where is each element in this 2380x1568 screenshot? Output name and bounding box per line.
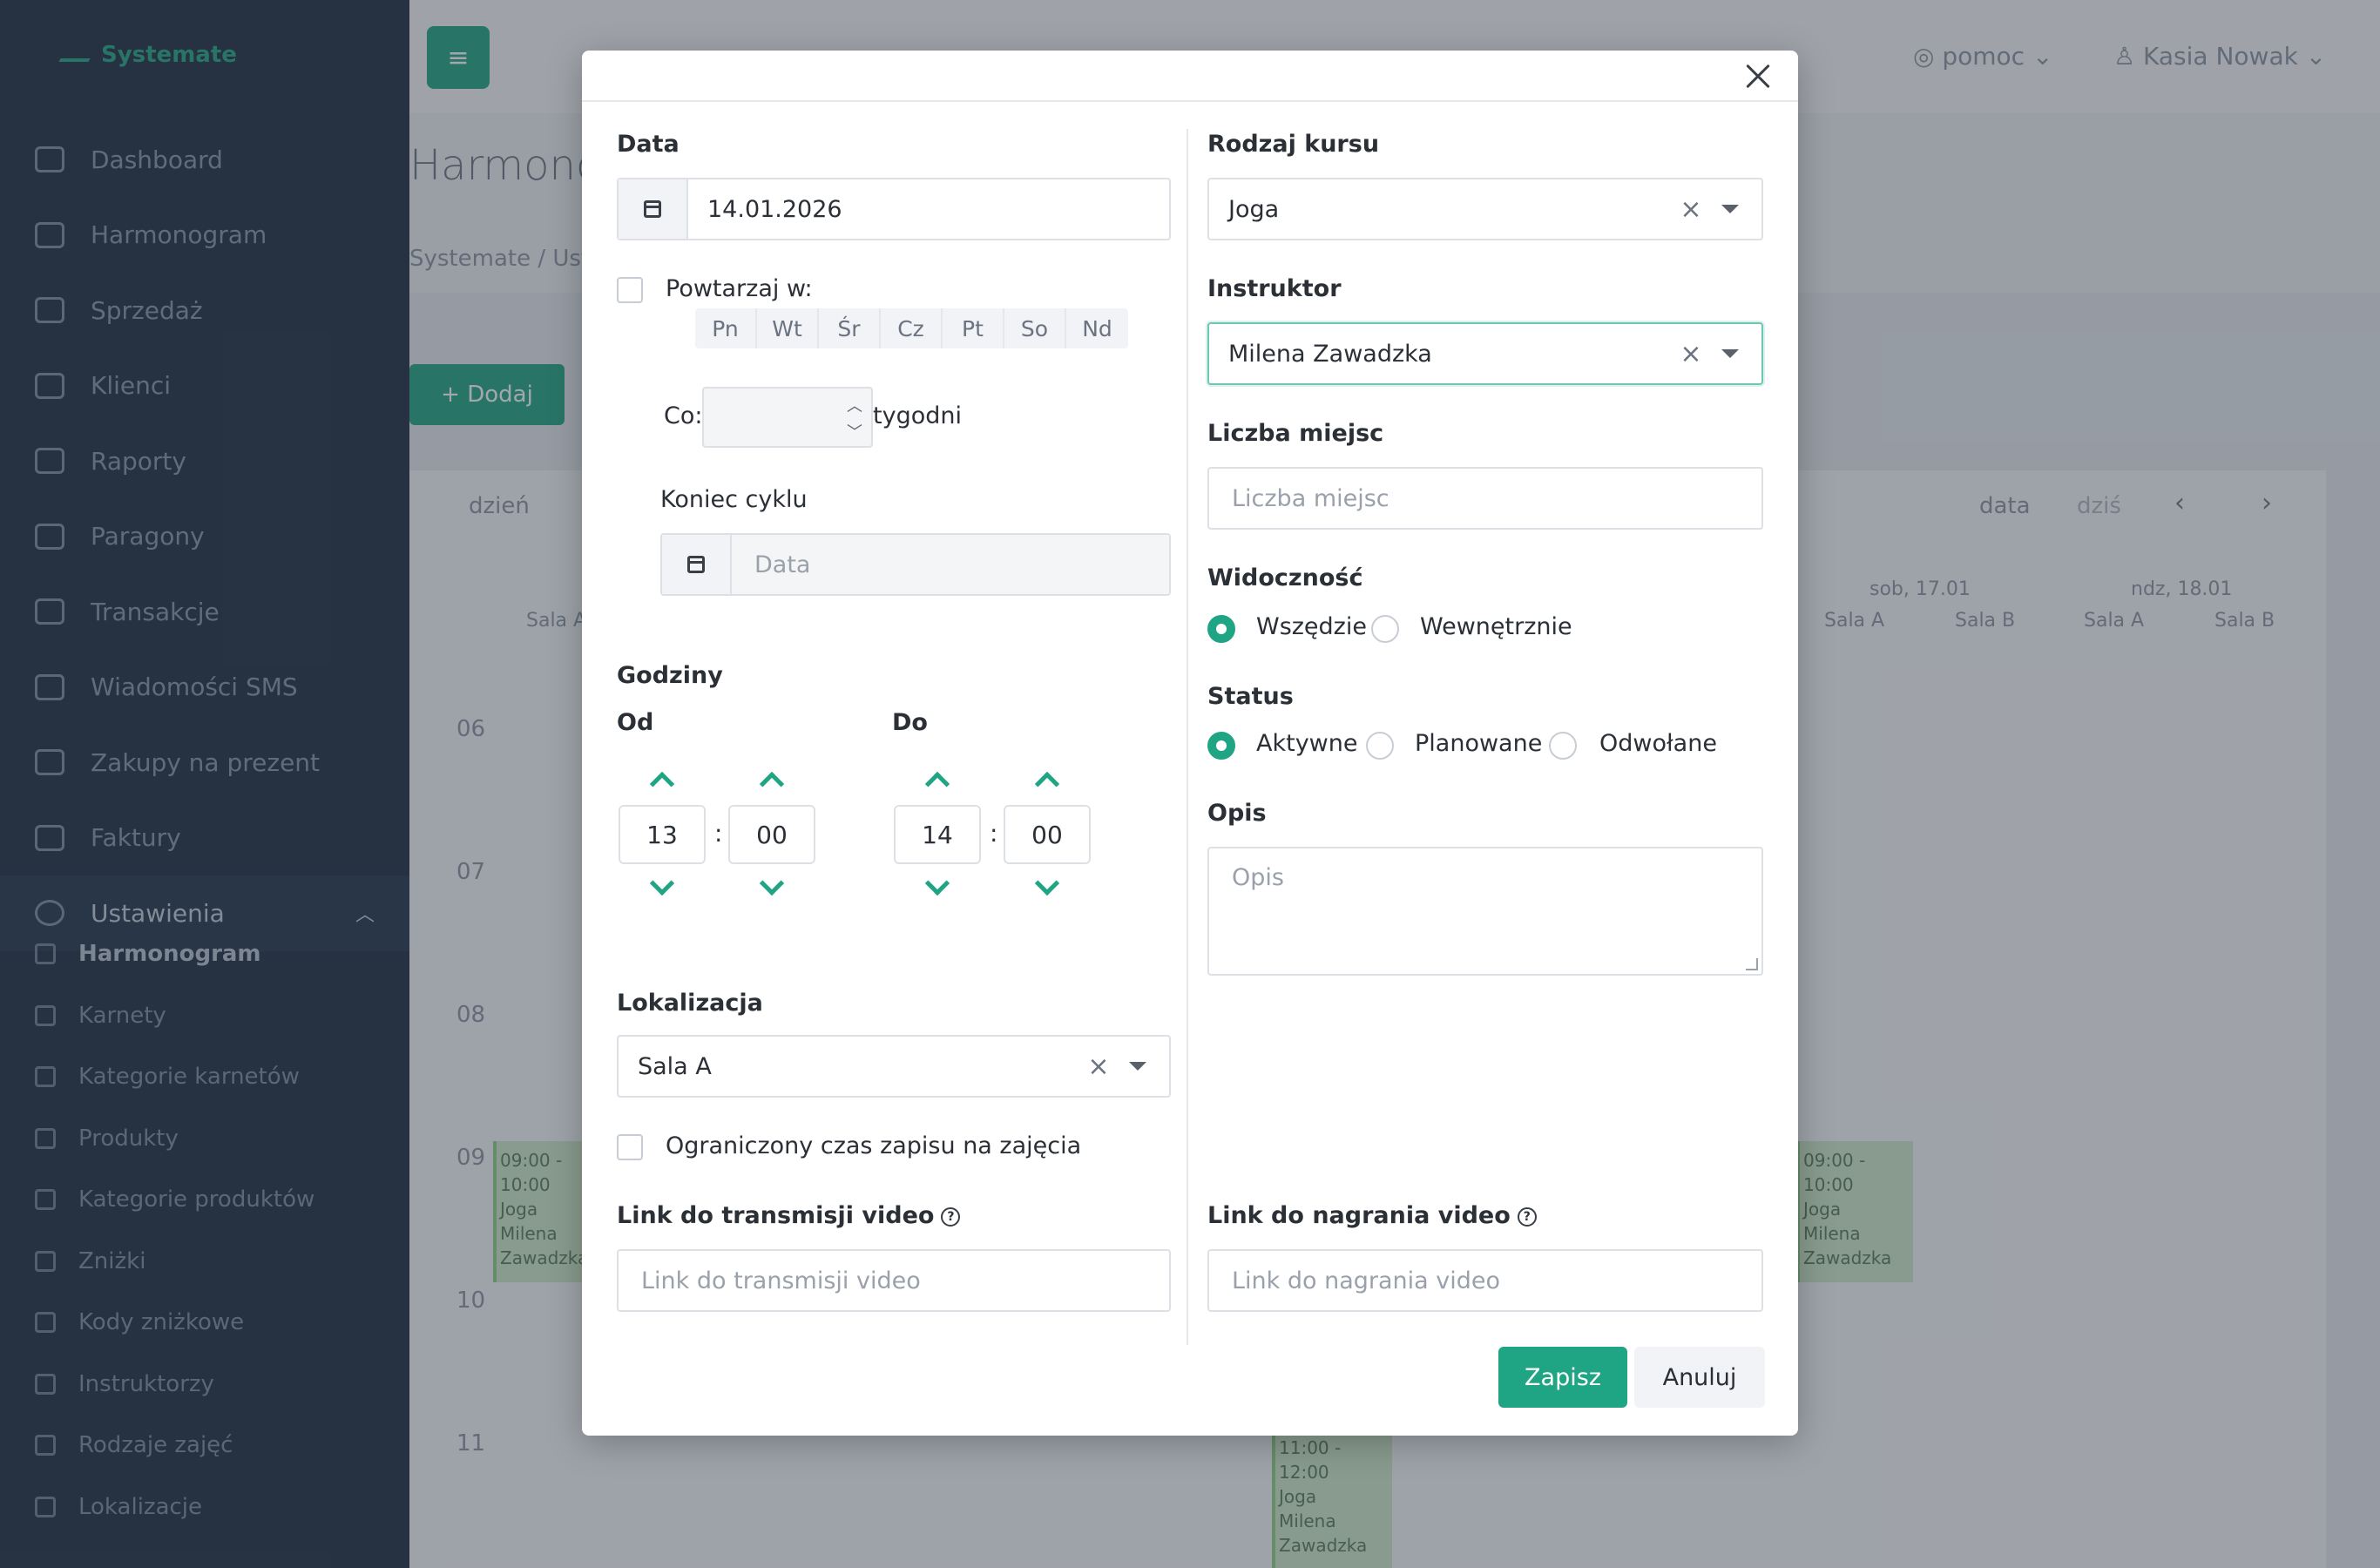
cycle-end-addon — [662, 535, 732, 594]
course-type-select[interactable]: Joga × — [1207, 178, 1763, 240]
status-cancelled-label: Odwołane — [1599, 730, 1717, 757]
from-label: Od — [617, 709, 654, 736]
close-icon[interactable] — [1741, 59, 1775, 94]
caret-down-icon — [1129, 1062, 1146, 1071]
to-hour-down-icon[interactable] — [924, 870, 950, 896]
visibility-everywhere-label: Wszędzie — [1256, 613, 1367, 640]
date-label: Data — [617, 131, 680, 158]
to-hour-up-icon[interactable] — [924, 771, 950, 797]
hours-label: Godziny — [617, 662, 723, 689]
calendar-icon — [644, 200, 661, 218]
weekday-so[interactable]: So — [1004, 308, 1066, 348]
cycle-end-label: Koniec cyklu — [660, 486, 808, 513]
status-active-radio[interactable] — [1207, 732, 1235, 760]
stepper-down-icon[interactable]: ﹀ — [847, 420, 862, 443]
from-hour-up-icon[interactable] — [649, 771, 675, 797]
weekday-wt[interactable]: Wt — [757, 308, 819, 348]
description-label: Opis — [1207, 800, 1267, 827]
weekday-pt[interactable]: Pt — [943, 308, 1004, 348]
weekday-sr[interactable]: Śr — [819, 308, 881, 348]
repeat-checkbox[interactable] — [617, 277, 643, 303]
from-colon: : — [714, 819, 723, 848]
info-icon[interactable]: ? — [941, 1206, 961, 1227]
instructor-select[interactable]: Milena Zawadzka × — [1207, 322, 1763, 385]
clear-icon[interactable]: × — [1678, 339, 1704, 369]
status-label: Status — [1207, 683, 1294, 710]
calendar-icon — [687, 556, 705, 573]
to-colon: : — [990, 819, 998, 848]
weekday-nd[interactable]: Nd — [1066, 308, 1128, 348]
column-divider — [1187, 129, 1188, 1345]
limited-signup-checkbox[interactable] — [617, 1134, 643, 1160]
from-min-up-icon[interactable] — [759, 771, 785, 797]
visibility-everywhere-radio[interactable] — [1207, 615, 1235, 643]
limited-signup-label: Ograniczony czas zapisu na zajęcia — [666, 1132, 1082, 1159]
status-active-label: Aktywne — [1256, 730, 1358, 757]
to-hour-input[interactable]: 14 — [894, 805, 981, 864]
stream-link-input[interactable]: Link do transmisji video — [617, 1249, 1171, 1312]
to-minute-input[interactable]: 00 — [1004, 805, 1091, 864]
status-planned-radio[interactable] — [1366, 732, 1394, 760]
date-field[interactable]: 14.01.2026 — [617, 178, 1171, 240]
from-minute-input[interactable]: 00 — [728, 805, 815, 864]
location-select[interactable]: Sala A × — [617, 1035, 1171, 1098]
caret-down-icon — [1721, 349, 1739, 358]
stream-link-label: Link do transmisji video? — [617, 1202, 961, 1229]
stepper-up-icon[interactable]: ︿ — [847, 394, 862, 416]
from-hour-down-icon[interactable] — [649, 870, 675, 896]
cycle-end-field[interactable]: Data — [660, 533, 1171, 596]
seats-input[interactable]: Liczba miejsc — [1207, 467, 1763, 530]
repeat-label: Powtarzaj w: — [666, 275, 813, 302]
weekday-cz[interactable]: Cz — [881, 308, 943, 348]
clear-icon[interactable]: × — [1678, 194, 1704, 225]
location-label: Lokalizacja — [617, 990, 763, 1017]
from-min-down-icon[interactable] — [759, 870, 785, 896]
to-min-up-icon[interactable] — [1034, 771, 1060, 797]
date-addon — [619, 179, 688, 239]
save-button[interactable]: Zapisz — [1498, 1347, 1627, 1408]
resize-handle-icon[interactable] — [1746, 958, 1758, 970]
clear-icon[interactable]: × — [1085, 1051, 1112, 1082]
recording-link-label: Link do nagrania video? — [1207, 1202, 1537, 1229]
visibility-internal-label: Wewnętrznie — [1420, 613, 1572, 640]
visibility-label: Widoczność — [1207, 564, 1363, 591]
weekday-pn[interactable]: Pn — [695, 308, 757, 348]
seats-label: Liczba miejsc — [1207, 420, 1384, 447]
weekday-selector: Pn Wt Śr Cz Pt So Nd — [695, 308, 1128, 348]
to-label: Do — [892, 709, 928, 736]
recording-link-input[interactable]: Link do nagrania video — [1207, 1249, 1763, 1312]
description-textarea[interactable]: Opis — [1207, 847, 1763, 976]
instructor-label: Instruktor — [1207, 275, 1342, 302]
modal-header — [582, 51, 1798, 102]
status-cancelled-radio[interactable] — [1549, 732, 1577, 760]
info-icon[interactable]: ? — [1517, 1206, 1537, 1227]
weeks-stepper[interactable]: ︿ ﹀ — [702, 387, 873, 448]
status-planned-label: Planowane — [1415, 730, 1543, 757]
visibility-internal-radio[interactable] — [1371, 615, 1399, 643]
cancel-button[interactable]: Anuluj — [1634, 1347, 1765, 1408]
every-label: Co: — [664, 402, 703, 429]
edit-class-modal: Data 14.01.2026 Powtarzaj w: Pn Wt Śr Cz… — [582, 51, 1798, 1436]
from-hour-input[interactable]: 13 — [619, 805, 706, 864]
weeks-label: tygodni — [873, 402, 962, 429]
caret-down-icon — [1721, 205, 1739, 213]
course-type-label: Rodzaj kursu — [1207, 131, 1380, 158]
to-min-down-icon[interactable] — [1034, 870, 1060, 896]
